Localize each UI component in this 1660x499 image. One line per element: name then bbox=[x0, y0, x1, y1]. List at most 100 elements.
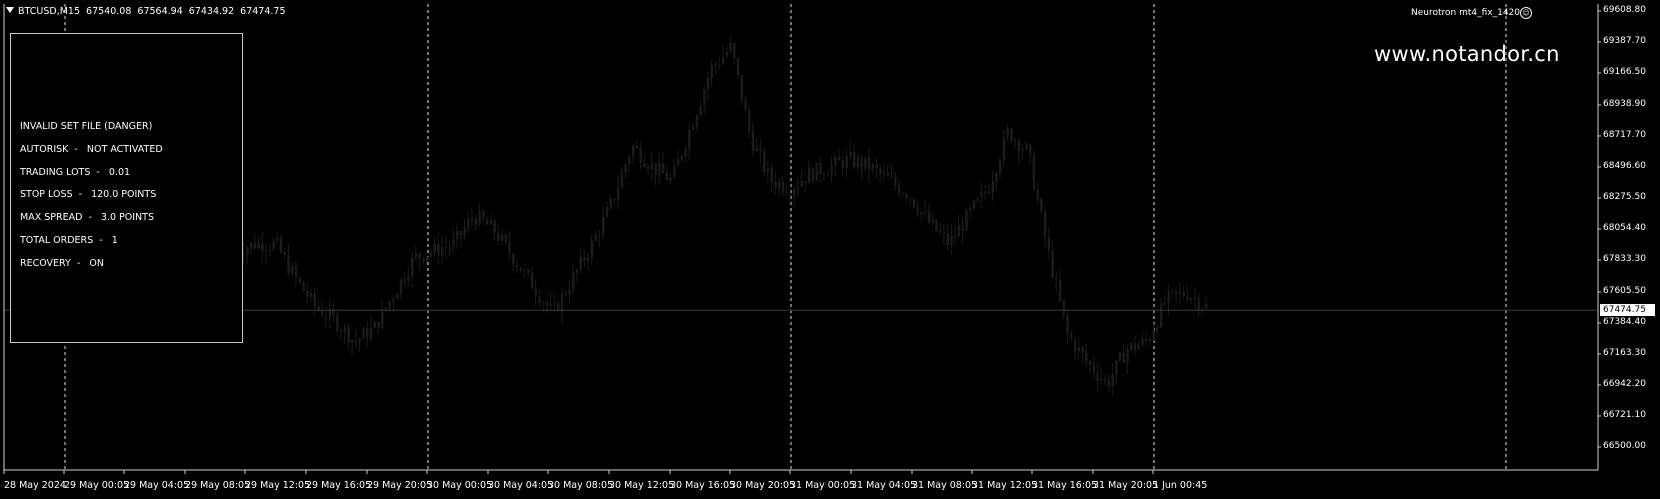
candle-body bbox=[1186, 296, 1189, 301]
candle-body bbox=[935, 219, 938, 231]
candle-body bbox=[403, 279, 406, 282]
candle-body bbox=[396, 294, 399, 300]
price-tick-label: 67833.30 bbox=[1603, 254, 1646, 264]
candle-body bbox=[1171, 290, 1174, 292]
time-tick-label: 29 May 00:05 bbox=[64, 480, 130, 491]
candle-body bbox=[500, 234, 504, 241]
candle-body bbox=[793, 189, 796, 196]
candle-body bbox=[796, 186, 800, 190]
candle-body bbox=[635, 145, 639, 148]
candle-body bbox=[778, 182, 781, 188]
time-tick-label: 30 May 20:05 bbox=[730, 480, 796, 491]
price-scale[interactable]: 69608.80 69387.70 69166.50 68938.90 68717.70… bbox=[1599, 0, 1660, 499]
candle-body bbox=[909, 198, 912, 200]
candle-body bbox=[957, 225, 961, 237]
candle-body bbox=[463, 227, 466, 235]
candle-body bbox=[444, 247, 448, 249]
price-tick-label: 68275.50 bbox=[1603, 191, 1646, 202]
candle-body bbox=[905, 194, 908, 199]
candle-body bbox=[1107, 379, 1111, 387]
candle-body bbox=[377, 322, 380, 329]
candle-body bbox=[658, 163, 661, 175]
info-set-file-warning: INVALID SET FILE (DANGER) bbox=[20, 121, 153, 132]
price-tick-label: 66942.20 bbox=[1603, 378, 1646, 389]
candle-body bbox=[725, 51, 729, 57]
candle-body bbox=[1002, 136, 1006, 161]
candle-body bbox=[1043, 211, 1047, 238]
candle-body bbox=[875, 164, 878, 169]
candle-body bbox=[388, 301, 391, 308]
candle-body bbox=[669, 177, 672, 181]
candle-body bbox=[969, 208, 972, 211]
candle-body bbox=[646, 166, 650, 170]
candle-body bbox=[860, 157, 863, 168]
candle-body bbox=[497, 233, 500, 241]
candle-body bbox=[283, 252, 287, 256]
candle-body bbox=[418, 253, 421, 259]
price-chart-plot[interactable] bbox=[0, 0, 1660, 499]
candle-body bbox=[946, 233, 949, 245]
candle-body bbox=[605, 206, 609, 217]
candle-body bbox=[530, 272, 534, 289]
candle-body bbox=[339, 331, 343, 333]
candle-body bbox=[493, 219, 496, 234]
candle-body bbox=[1100, 379, 1103, 381]
candle-body bbox=[688, 129, 691, 149]
candle-body bbox=[1163, 303, 1167, 305]
candle-body bbox=[459, 230, 463, 235]
smiley-icon[interactable]: ☺ bbox=[1520, 7, 1532, 19]
candle-body bbox=[1055, 277, 1058, 280]
candle-body bbox=[695, 115, 699, 127]
candle-body bbox=[553, 303, 556, 305]
candle-body bbox=[1096, 373, 1099, 381]
candles bbox=[235, 34, 1208, 396]
candle-body bbox=[830, 164, 833, 175]
time-tick-label: 31 May 16:05 bbox=[1032, 480, 1098, 491]
candle-body bbox=[976, 197, 979, 201]
candle-body bbox=[643, 162, 646, 167]
candle-body bbox=[407, 276, 410, 282]
candle-body bbox=[1156, 327, 1159, 332]
expert-advisor-name[interactable]: Neurotron mt4_fix_1420 bbox=[1411, 8, 1520, 18]
candle-body bbox=[470, 218, 474, 220]
candle-body bbox=[542, 302, 545, 304]
candle-body bbox=[710, 64, 714, 79]
candle-body bbox=[834, 157, 837, 165]
time-tick-label: 1 Jun 00:45 bbox=[1153, 480, 1208, 491]
candle-body bbox=[613, 198, 616, 200]
dropdown-triangle-icon[interactable] bbox=[6, 7, 14, 13]
candle-body bbox=[984, 191, 987, 193]
candle-body bbox=[1197, 298, 1200, 310]
candle-body bbox=[774, 182, 777, 188]
candle-body bbox=[362, 329, 365, 339]
candle-body bbox=[939, 230, 942, 233]
candle-body bbox=[560, 293, 564, 312]
candle-body bbox=[489, 219, 493, 225]
candle-body bbox=[590, 240, 594, 258]
candle-body bbox=[336, 315, 339, 332]
candle-body bbox=[272, 240, 275, 249]
candle-body bbox=[422, 258, 425, 262]
candle-body bbox=[1092, 364, 1096, 374]
candle-body bbox=[684, 148, 687, 157]
chart-window[interactable]: BTCUSD,M15 67540.08 67564.94 67434.92 67… bbox=[0, 0, 1660, 499]
candle-body bbox=[257, 242, 260, 249]
time-tick-label: 29 May 16:05 bbox=[306, 480, 372, 491]
time-tick-label: 30 May 00:05 bbox=[427, 480, 493, 491]
candle-body bbox=[1013, 140, 1017, 142]
candle-body bbox=[437, 243, 440, 256]
candle-body bbox=[972, 200, 976, 209]
candle-body bbox=[1111, 374, 1114, 387]
candle-body bbox=[519, 267, 523, 272]
candle-body bbox=[927, 211, 931, 223]
price-tick-label: 67384.40 bbox=[1603, 316, 1646, 327]
candle-body bbox=[381, 308, 384, 329]
candle-body bbox=[594, 234, 597, 241]
candle-body bbox=[399, 279, 403, 295]
info-total-orders: TOTAL ORDERS - 1 bbox=[20, 235, 118, 246]
candle-body bbox=[1081, 347, 1084, 353]
candle-body bbox=[755, 147, 758, 152]
info-max-spread: MAX SPREAD - 3.0 POINTS bbox=[20, 212, 155, 223]
candle-body bbox=[347, 327, 350, 344]
candle-body bbox=[1017, 140, 1021, 152]
